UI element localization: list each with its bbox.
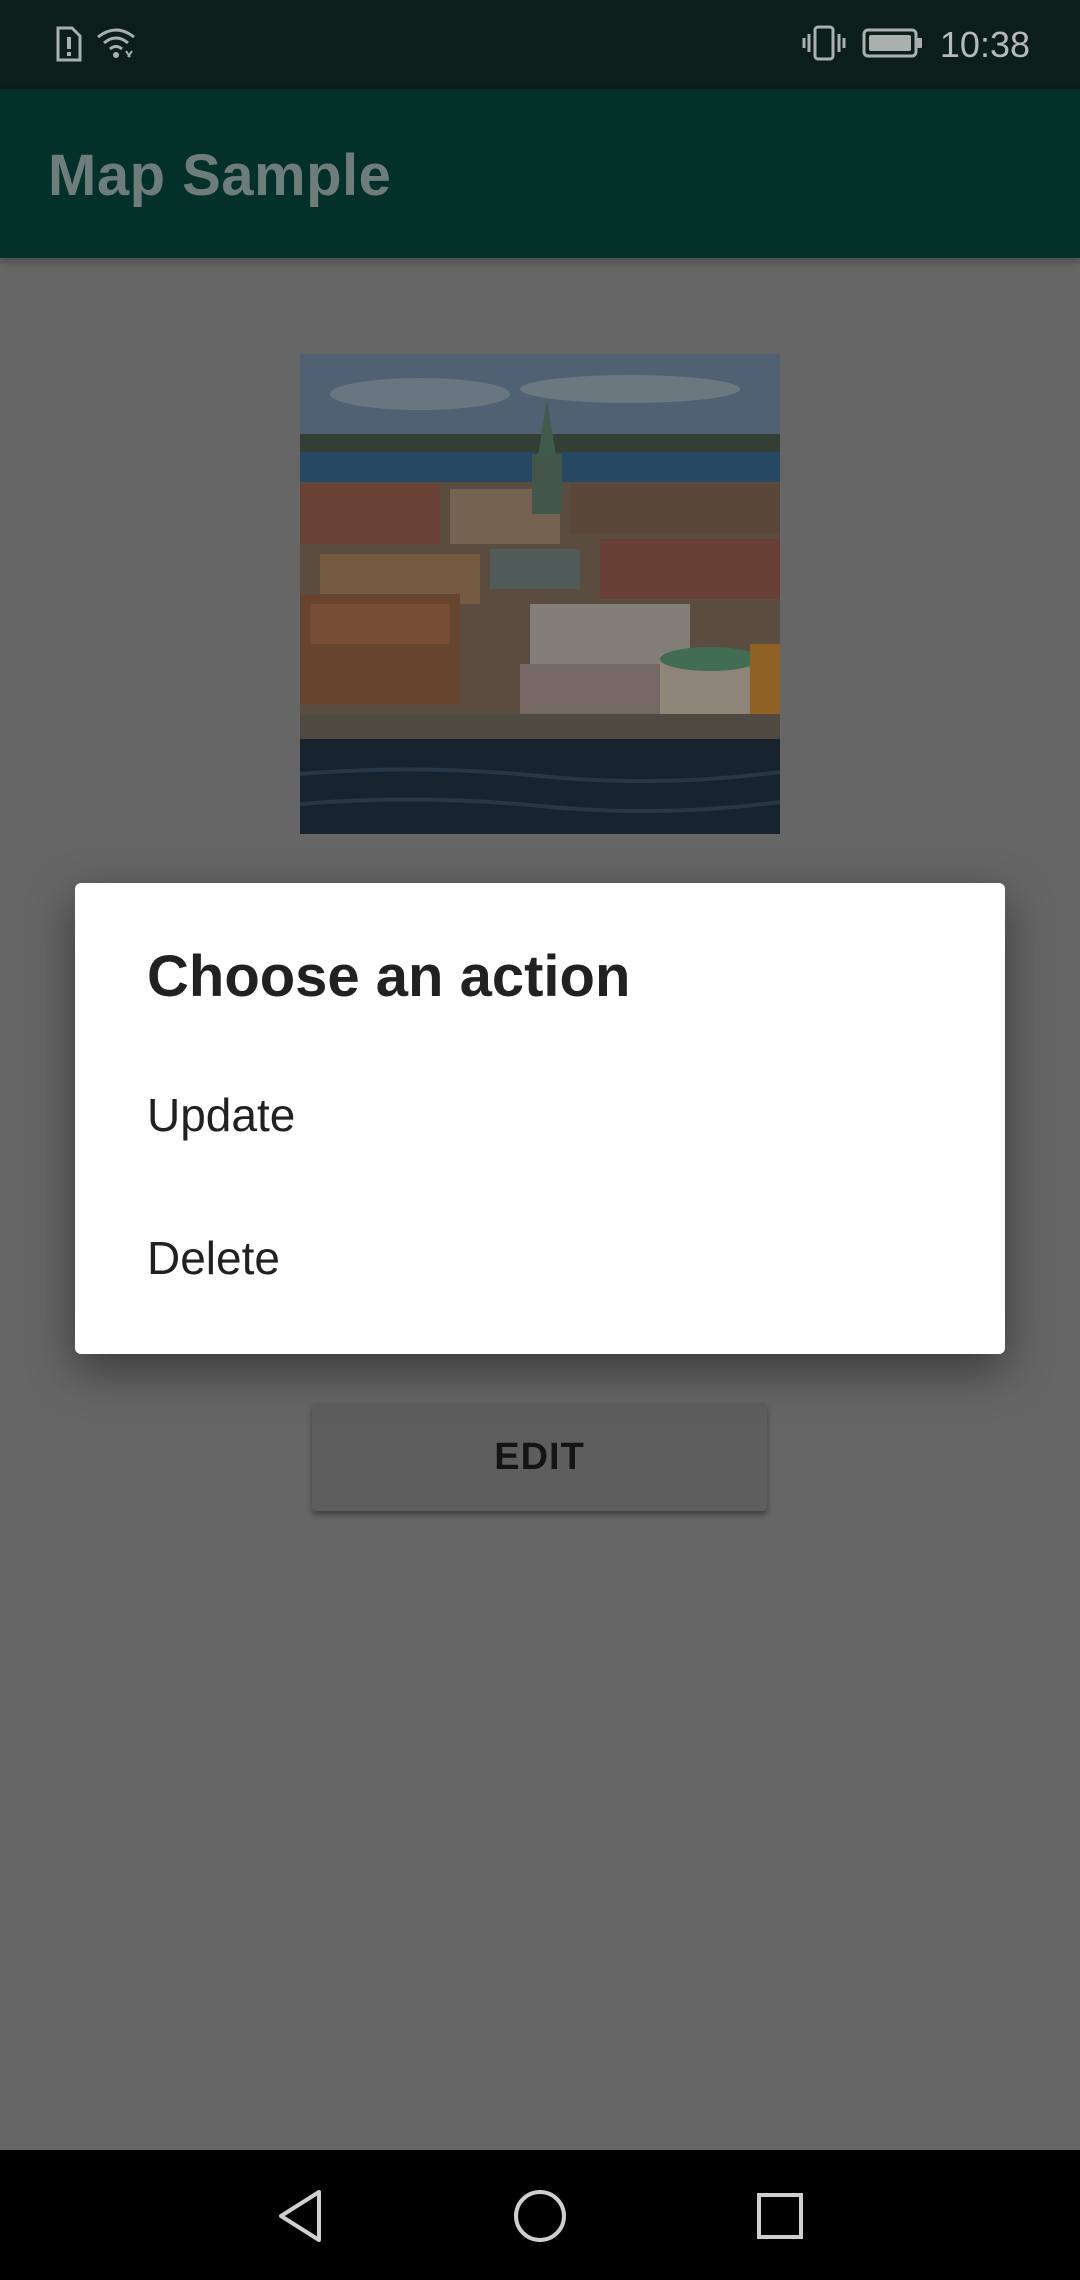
back-icon[interactable]: [262, 2178, 338, 2254]
action-dialog: Choose an action Update Delete: [75, 883, 1005, 1354]
app-bar: Map Sample: [0, 89, 1080, 258]
vibrate-icon: [802, 24, 846, 67]
navigation-bar: [0, 2150, 1080, 2280]
edit-button[interactable]: EDIT: [312, 1403, 767, 1511]
battery-icon: [862, 27, 924, 64]
status-bar: 10:38: [0, 0, 1080, 89]
wifi-icon: [96, 27, 136, 66]
app-title: Map Sample: [48, 143, 392, 208]
recent-apps-icon[interactable]: [742, 2178, 818, 2254]
alert-sim-icon: [54, 26, 82, 67]
dialog-title: Choose an action: [147, 944, 631, 1009]
home-icon[interactable]: [502, 2178, 578, 2254]
city-photo: [300, 354, 780, 834]
status-right-icons: 10:38: [802, 22, 1030, 68]
status-time: 10:38: [939, 24, 1030, 65]
dialog-option-delete[interactable]: Delete: [147, 1230, 280, 1286]
dialog-option-update[interactable]: Update: [147, 1087, 295, 1143]
status-left-icons: [54, 26, 136, 67]
